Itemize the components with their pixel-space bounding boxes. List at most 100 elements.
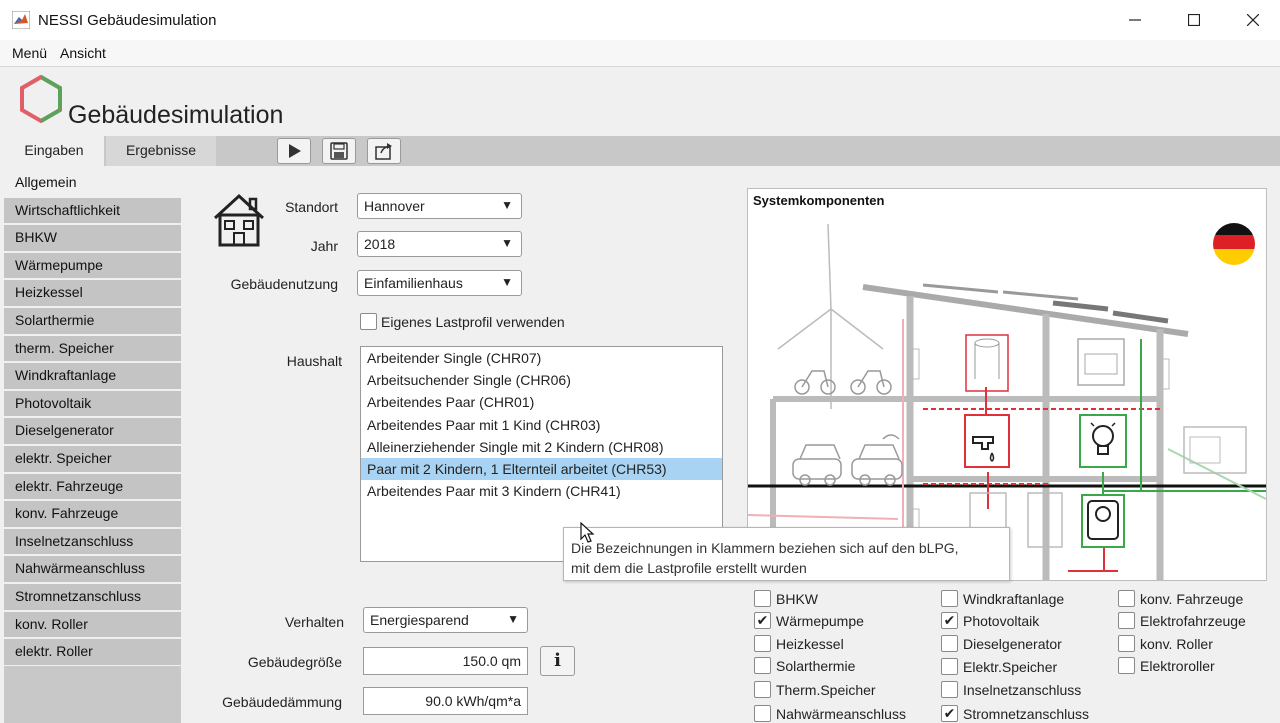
menu-ansicht[interactable]: Ansicht (60, 45, 106, 61)
nutzung-select[interactable]: Einfamilienhaus ▼ (357, 270, 522, 296)
therm-speicher-checkbox[interactable] (754, 681, 771, 698)
sidebar-empty-area (4, 666, 181, 723)
elektr-speicher-checkbox[interactable] (941, 658, 958, 675)
standort-label: Standort (285, 199, 338, 215)
haushalt-label: Haushalt (286, 353, 342, 369)
verhalten-select[interactable]: Energiesparend ▼ (363, 607, 528, 633)
solarthermie-checkbox[interactable] (754, 657, 771, 674)
heizkessel-label: Heizkessel (776, 636, 844, 652)
elektr-speicher-label: Elektr.Speicher (963, 659, 1058, 675)
sidebar-item-nahwaermeanschluss[interactable]: Nahwärmeanschluss (4, 556, 181, 582)
save-button[interactable] (322, 138, 356, 164)
elektrofahrzeuge-checkbox[interactable] (1118, 612, 1135, 629)
generator-icon (1183, 426, 1247, 474)
eigenes-lastprofil-label: Eigenes Lastprofil verwenden (381, 314, 565, 330)
inselnetzanschluss-checkbox[interactable] (941, 681, 958, 698)
tab-bar: Eingaben Ergebnisse (4, 136, 1280, 166)
close-icon (1247, 14, 1259, 26)
nutzung-value: Einfamilienhaus (364, 275, 463, 291)
sidebar-item-bhkw[interactable]: BHKW (4, 225, 181, 251)
jahr-label: Jahr (310, 238, 338, 254)
menu-menue[interactable]: Menü (12, 45, 47, 61)
konv-roller-checkbox[interactable] (1118, 635, 1135, 652)
nahwaermeanschluss-checkbox[interactable] (754, 705, 771, 722)
electric-car-icon (851, 458, 903, 480)
elektroroller-checkbox[interactable] (1118, 657, 1135, 674)
stromnetzanschluss-label: Stromnetzanschluss (963, 706, 1090, 722)
jahr-select[interactable]: 2018 ▼ (357, 231, 522, 257)
light-bulb-icon (1079, 414, 1127, 468)
sidebar-item-heizkessel[interactable]: Heizkessel (4, 280, 181, 306)
standort-value: Hannover (364, 198, 425, 214)
elektrofahrzeuge-label: Elektrofahrzeuge (1140, 613, 1246, 629)
nahwaermeanschluss-label: Nahwärmeanschluss (776, 706, 906, 722)
close-button[interactable] (1224, 0, 1280, 40)
dieselgenerator-label: Dieselgenerator (963, 636, 1062, 652)
konv-fahrzeuge-label: konv. Fahrzeuge (1140, 591, 1244, 607)
info-button[interactable]: i (540, 646, 575, 676)
app-heading: Gebäudesimulation (68, 101, 284, 129)
sidebar-item-photovoltaik[interactable]: Photovoltaik (4, 390, 181, 417)
tooltip-line-2: mit dem die Lastprofile erstellt wurden (571, 560, 807, 576)
stromnetzanschluss-checkbox[interactable]: ✔ (941, 705, 958, 722)
tooltip-line-1: Die Bezeichnungen in Klammern beziehen s… (571, 540, 959, 556)
water-tap-icon (964, 414, 1010, 468)
run-button[interactable] (277, 138, 311, 164)
sidebar-item-windkraftanlage[interactable]: Windkraftanlage (4, 363, 181, 389)
bhkw-checkbox[interactable] (754, 590, 771, 607)
export-icon (375, 143, 392, 160)
sidebar-item-konv-roller[interactable]: konv. Roller (4, 611, 181, 638)
tab-ergebnisse[interactable]: Ergebnisse (106, 136, 216, 166)
verhalten-label: Verhalten (284, 614, 344, 630)
list-item[interactable]: Arbeitendes Paar (CHR01) (361, 391, 722, 413)
app-header: Gebäudesimulation (0, 67, 1280, 136)
list-item[interactable]: Alleinerziehender Single mit 2 Kindern (… (361, 436, 722, 458)
sidebar-item-allgemein[interactable]: Allgemein (4, 170, 181, 196)
standort-select[interactable]: Hannover ▼ (357, 193, 522, 219)
heizkessel-checkbox[interactable] (754, 635, 771, 652)
list-item[interactable]: Arbeitendes Paar mit 3 Kindern (CHR41) (361, 480, 722, 502)
sidebar-item-konv-fahrzeuge[interactable]: konv. Fahrzeuge (4, 501, 181, 527)
list-item[interactable]: Arbeitsuchender Single (CHR06) (361, 369, 722, 391)
dieselgenerator-checkbox[interactable] (941, 635, 958, 652)
windkraftanlage-checkbox[interactable] (941, 590, 958, 607)
sidebar-item-wirtschaftlichkeit[interactable]: Wirtschaftlichkeit (4, 197, 181, 224)
list-item-selected[interactable]: Paar mit 2 Kindern, 1 Elternteil arbeite… (361, 457, 722, 481)
tab-eingaben[interactable]: Eingaben (4, 136, 104, 166)
maximize-button[interactable] (1165, 0, 1223, 40)
minimize-button[interactable] (1106, 0, 1164, 40)
sidebar-item-elektr-roller[interactable]: elektr. Roller (4, 639, 181, 665)
photovoltaik-checkbox[interactable]: ✔ (941, 612, 958, 629)
mouse-cursor-icon (580, 522, 594, 543)
verhalten-value: Energiesparend (370, 612, 469, 628)
sidebar-item-elektr-speicher[interactable]: elektr. Speicher (4, 445, 181, 472)
waermepumpe-checkbox[interactable]: ✔ (754, 612, 771, 629)
nutzung-label: Gebäudenutzung (230, 276, 338, 292)
sidebar-item-waermepumpe[interactable]: Wärmepumpe (4, 252, 181, 279)
list-item[interactable]: Arbeitender Single (CHR07) (361, 347, 722, 369)
konv-fahrzeuge-checkbox[interactable] (1118, 590, 1135, 607)
groesse-label: Gebäudegröße (247, 654, 342, 670)
minimize-icon (1129, 19, 1141, 21)
sidebar-item-elektr-fahrzeuge[interactable]: elektr. Fahrzeuge (4, 473, 181, 500)
sidebar-item-therm-speicher[interactable]: therm. Speicher (4, 335, 181, 362)
therm-speicher-label: Therm.Speicher (776, 682, 876, 698)
dropdown-arrow-icon: ▼ (507, 612, 519, 626)
sidebar-item-solarthermie[interactable]: Solarthermie (4, 307, 181, 334)
sidebar-item-dieselgenerator[interactable]: Dieselgenerator (4, 418, 181, 444)
daemmung-input[interactable]: 90.0 kWh/qm*a (363, 687, 528, 715)
sidebar-item-inselnetzanschluss[interactable]: Inselnetzanschluss (4, 528, 181, 555)
elektroroller-label: Elektroroller (1140, 658, 1215, 674)
sidebar-item-stromnetzanschluss[interactable]: Stromnetzanschluss (4, 583, 181, 610)
list-item[interactable]: Arbeitendes Paar mit 1 Kind (CHR03) (361, 414, 722, 436)
systemkomponenten-title: Systemkomponenten (753, 193, 885, 208)
heat-storage-icon (965, 334, 1009, 392)
solarthermie-label: Solarthermie (776, 658, 856, 674)
eigenes-lastprofil-checkbox[interactable] (360, 313, 377, 330)
hexagon-logo (20, 74, 62, 124)
title-bar: NESSI Gebäudesimulation (0, 0, 1280, 40)
jahr-value: 2018 (364, 236, 396, 252)
export-button[interactable] (367, 138, 401, 164)
bhkw-label: BHKW (776, 591, 818, 607)
groesse-input[interactable]: 150.0 qm (363, 647, 528, 675)
